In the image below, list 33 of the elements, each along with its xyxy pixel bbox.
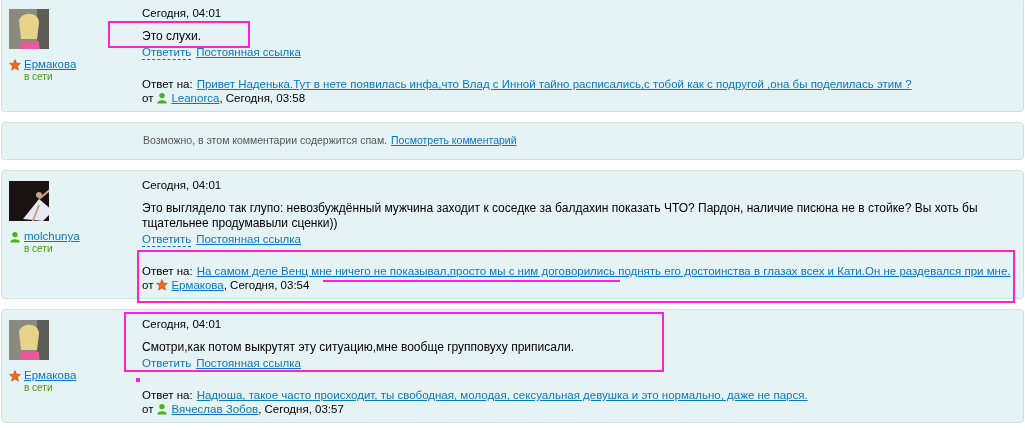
reply-link[interactable]: Ответить — [142, 357, 192, 371]
reply-link[interactable]: Ответить — [142, 46, 192, 60]
from-label: от — [142, 91, 154, 105]
reply-target-link[interactable]: На самом деле Венц мне ничего не показывал,просто мы с ним договорились поднять его достоинства в глазах всех и Кати.Он не раздевался при мне. — [196, 264, 1011, 278]
reply-time: , Сегодня, 03:58 — [219, 91, 306, 105]
comment-text: Смотри,как потом выкрутят эту ситуацию,мне вообще групповуху приписали. — [142, 340, 575, 355]
spam-notice: Возможно, в этом комментарии содержится спам. — [143, 133, 388, 149]
view-comment-link[interactable]: Посмотреть комментарий — [391, 133, 517, 149]
from-label: от — [142, 278, 154, 292]
permalink-link[interactable]: Постоянная ссылка — [196, 357, 301, 371]
from-label: от — [142, 402, 154, 416]
reply-link[interactable]: Ответить — [142, 233, 192, 247]
permalink-link[interactable]: Постоянная ссылка — [196, 46, 301, 60]
comment-text: Это выглядело так глупо: невозбуждённый мужчина заходит к соседке за балдахин показать ЧТО? Пардон, наличие писюна не в стойке? Вы хоть бы тщательнее продумавыли сценки)) — [142, 201, 979, 231]
comment-text: Это слухи. — [142, 29, 203, 44]
permalink-link[interactable]: Постоянная ссылка — [196, 233, 301, 247]
reply-target-link[interactable]: Привет Наденька.Тут в нете появилась инфа,что Влад с Инной тайно расписались,с тобой как с подругой ,она бы поделилась этим ? — [196, 77, 912, 91]
reply-label: Ответ на: — [142, 388, 193, 402]
online-status: в сети — [23, 71, 54, 82]
reply-label: Ответ на: — [142, 77, 193, 91]
reply-label: Ответ на: — [142, 264, 193, 278]
author-link[interactable]: Ермакова — [171, 278, 224, 292]
author-link[interactable]: Ермакова — [24, 58, 77, 71]
online-status: в сети — [23, 382, 54, 393]
reply-target-link[interactable]: Надюша, такое часто происходит, ты свободная, молодая, сексуальная девушка и это нормально, даже не парся. — [196, 388, 808, 402]
comment-date: Сегодня, 04:01 — [142, 317, 222, 331]
comment-date: Сегодня, 04:01 — [142, 6, 222, 20]
reply-time: , Сегодня, 03:57 — [258, 402, 344, 416]
comment-date: Сегодня, 04:01 — [142, 178, 222, 192]
online-status: в сети — [23, 243, 54, 254]
author-link[interactable]: Ермакова — [24, 369, 77, 382]
reply-time: , Сегодня, 03:54 — [223, 278, 310, 292]
author-link[interactable]: molchunya — [24, 230, 80, 243]
